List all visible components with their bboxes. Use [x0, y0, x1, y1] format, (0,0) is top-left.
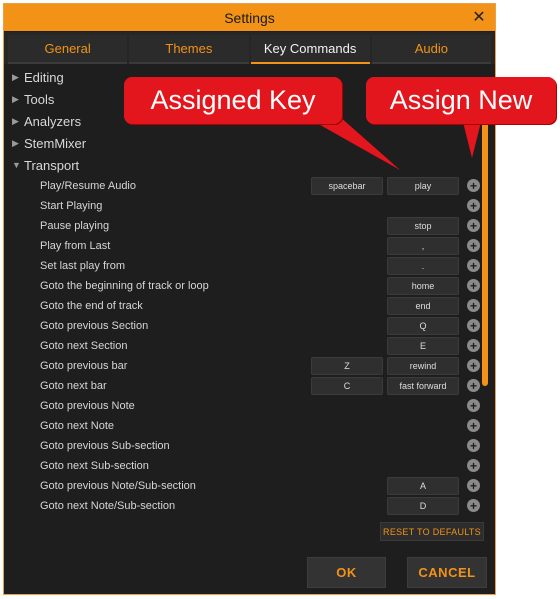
window-title: Settings [224, 9, 275, 26]
plus-circle-icon[interactable]: + [467, 399, 480, 412]
command-label: Pause playing [40, 220, 110, 232]
assigned-key-primary[interactable]: Z [311, 357, 383, 375]
command-row: Start Playing + [10, 196, 482, 216]
command-label: Goto previous Note/Sub-section [40, 480, 196, 492]
plus-circle-icon[interactable]: + [467, 459, 480, 472]
assigned-key-secondary[interactable]: Q [387, 317, 459, 335]
command-row: Goto the beginning of track or loop home + [10, 276, 482, 296]
assigned-key-secondary[interactable]: play [387, 177, 459, 195]
triangle-right-icon: ▶ [12, 137, 19, 148]
command-row: Goto previous bar Zrewind + [10, 356, 482, 376]
assigned-key-secondary[interactable]: rewind [387, 357, 459, 375]
command-row: Goto next Note + [10, 416, 482, 436]
plus-circle-icon[interactable]: + [467, 439, 480, 452]
command-row: Pause playing stop + [10, 216, 482, 236]
command-label: Goto previous Note [40, 400, 135, 412]
command-row: Goto previous Note + [10, 396, 482, 416]
command-label: Start Playing [40, 200, 103, 212]
command-row: Goto next Sub-section + [10, 456, 482, 476]
command-row: Goto the end of track end + [10, 296, 482, 316]
plus-circle-icon[interactable]: + [467, 299, 480, 312]
command-label: Goto next Note/Sub-section [40, 500, 176, 512]
command-label: Goto previous Sub-section [40, 440, 170, 452]
triangle-right-icon: ▶ [12, 115, 19, 126]
plus-circle-icon[interactable]: + [467, 359, 480, 372]
group-analyzers[interactable]: ▶ Analyzers [10, 110, 81, 132]
plus-circle-icon[interactable]: + [467, 239, 480, 252]
plus-circle-icon[interactable]: + [467, 279, 480, 292]
command-row: Set last play from. + [10, 256, 482, 276]
group-label: StemMixer [24, 135, 87, 151]
assigned-key-secondary[interactable]: D [387, 497, 459, 515]
group-transport[interactable]: ▼ Transport [10, 154, 79, 176]
key-commands-list: ▶ Editing ▶ Tools ▶ Analyzers ▶ StemMixe… [10, 66, 488, 516]
command-label: Goto next Sub-section [40, 460, 149, 472]
command-row: Play from Last, + [10, 236, 482, 256]
assigned-key-secondary[interactable]: end [387, 297, 459, 315]
plus-circle-icon[interactable]: + [467, 259, 480, 272]
command-row: Goto previous Note/Sub-section A + [10, 476, 482, 496]
title-bar: Settings ✕ [4, 4, 495, 31]
tab-audio[interactable]: Audio [371, 35, 491, 64]
plus-circle-icon[interactable]: + [467, 179, 480, 192]
assigned-key-secondary[interactable]: fast forward [387, 377, 459, 395]
group-label: Analyzers [24, 113, 82, 129]
group-stemmixer[interactable]: ▶ StemMixer [10, 132, 86, 154]
command-label: Goto next Section [40, 340, 128, 352]
assigned-key-secondary[interactable]: , [387, 237, 459, 255]
command-label: Goto previous bar [40, 360, 128, 372]
group-label: Editing [24, 69, 64, 85]
plus-circle-icon[interactable]: + [467, 479, 480, 492]
command-label: Set last play from [40, 260, 125, 272]
triangle-down-icon: ▼ [12, 160, 21, 170]
command-label: Play from Last [40, 240, 111, 252]
plus-circle-icon[interactable]: + [467, 379, 480, 392]
command-label: Goto the end of track [40, 300, 143, 312]
command-label: Goto next bar [40, 380, 107, 392]
triangle-right-icon: ▶ [12, 93, 19, 104]
assigned-key-callout: Assigned Key [124, 77, 342, 124]
reset-to-defaults-button[interactable]: RESET TO DEFAULTS [380, 522, 484, 541]
plus-circle-icon[interactable]: + [467, 319, 480, 332]
plus-circle-icon[interactable]: + [467, 419, 480, 432]
group-editing[interactable]: ▶ Editing [10, 66, 64, 88]
group-label: Tools [24, 91, 55, 107]
assigned-key-secondary[interactable]: . [387, 257, 459, 275]
command-row: Goto next bar Cfast forward + [10, 376, 482, 396]
command-label: Goto next Note [40, 420, 114, 432]
command-row: Goto next Section E + [10, 336, 482, 356]
ok-button[interactable]: OK [307, 557, 386, 588]
plus-circle-icon[interactable]: + [467, 199, 480, 212]
assigned-key-secondary[interactable]: stop [387, 217, 459, 235]
plus-circle-icon[interactable]: + [467, 219, 480, 232]
tab-themes[interactable]: Themes [129, 35, 249, 64]
scrollbar-thumb[interactable] [482, 116, 488, 386]
assigned-key-primary[interactable]: C [311, 377, 383, 395]
close-icon[interactable]: ✕ [469, 7, 489, 27]
cancel-button[interactable]: CANCEL [407, 557, 487, 588]
plus-circle-icon[interactable]: + [467, 339, 480, 352]
command-row: Goto previous Sub-section + [10, 436, 482, 456]
command-row: Goto previous Section Q + [10, 316, 482, 336]
command-label: Goto the beginning of track or loop [40, 280, 209, 292]
assigned-key-secondary[interactable]: A [387, 477, 459, 495]
command-label: Goto previous Section [40, 320, 149, 332]
plus-circle-icon[interactable]: + [467, 499, 480, 512]
group-label: Transport [24, 157, 80, 173]
tab-general[interactable]: General [8, 35, 128, 64]
command-row: Goto next Note/Sub-section D + [10, 496, 482, 516]
command-label: Play/Resume Audio [40, 180, 136, 192]
assign-new-callout: Assign New [366, 77, 556, 124]
tab-bar: General Themes Key Commands Audio [4, 32, 495, 64]
assigned-key-secondary[interactable]: home [387, 277, 459, 295]
command-row: Play/Resume Audio spacebar play + [10, 176, 482, 196]
group-tools[interactable]: ▶ Tools [10, 88, 54, 110]
assigned-key-secondary[interactable]: E [387, 337, 459, 355]
triangle-right-icon: ▶ [12, 71, 19, 82]
tab-key-commands[interactable]: Key Commands [250, 35, 370, 64]
assigned-key-primary[interactable]: spacebar [311, 177, 383, 195]
